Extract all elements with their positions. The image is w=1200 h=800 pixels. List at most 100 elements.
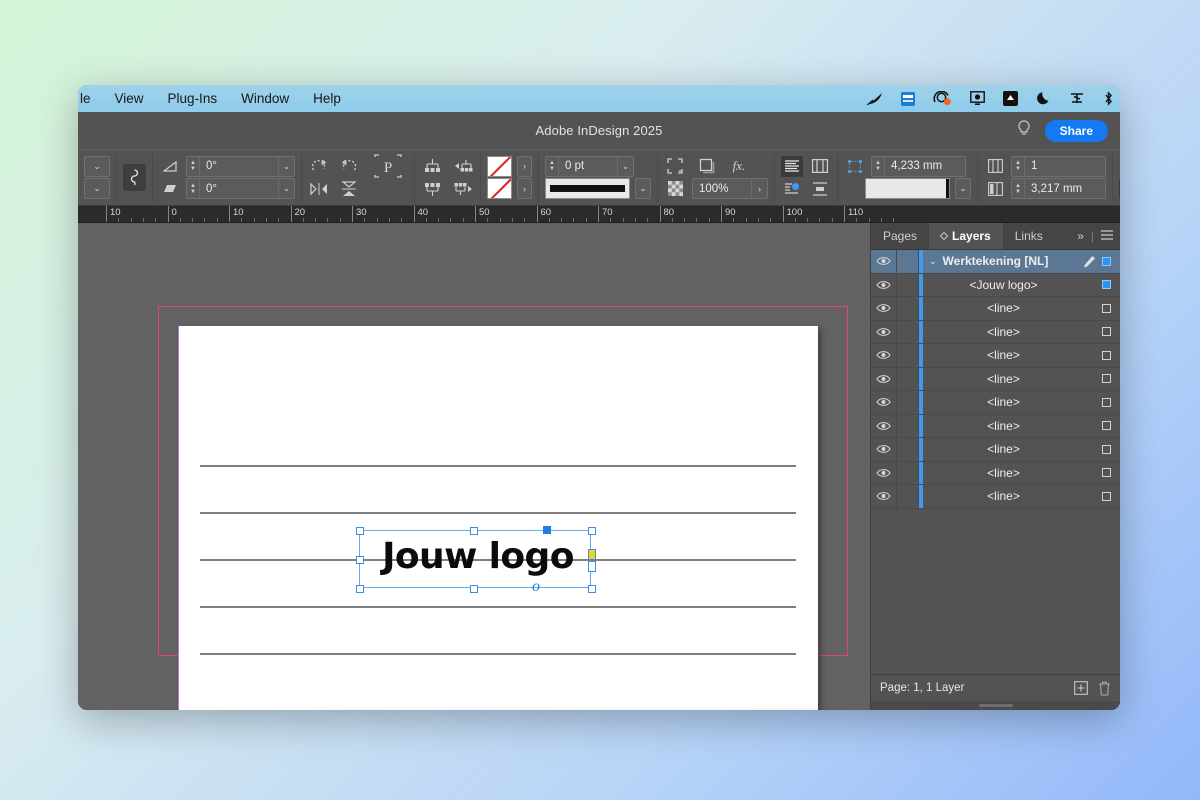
visibility-toggle[interactable] (871, 414, 897, 437)
document-canvas[interactable]: Jouw logo o ⌄ Rajdhani ⌄ (78, 223, 1120, 710)
visibility-toggle[interactable] (871, 461, 897, 484)
form-line[interactable] (200, 465, 796, 467)
opacity-field[interactable]: 100% › (692, 178, 768, 200)
layer-row-object[interactable]: <line> (871, 461, 1120, 485)
stroke-style-dropdown-icon[interactable]: ⌄ (635, 178, 651, 200)
layer-row-object[interactable]: <line> (871, 344, 1120, 368)
handle-bottom-center[interactable] (470, 585, 478, 593)
object-name[interactable]: <line> (923, 325, 1102, 339)
drop-shadow-icon[interactable] (696, 156, 718, 177)
corner-options-icon[interactable] (664, 156, 686, 177)
baseline-options-preview[interactable] (865, 178, 950, 200)
menu-window[interactable]: Window (229, 89, 301, 108)
text-frame-columns-icon[interactable] (809, 156, 831, 177)
share-button[interactable]: Share (1044, 119, 1108, 142)
rotation-angle-field[interactable]: ▲ ▼ 0° ⌄ (186, 155, 295, 177)
distribute-right-icon[interactable] (452, 178, 474, 199)
text-outport[interactable] (588, 561, 596, 572)
object-name[interactable]: <line> (923, 489, 1102, 503)
distribute-left-icon[interactable] (452, 156, 474, 177)
lock-toggle[interactable] (897, 367, 919, 390)
align-top-distribute-icon[interactable] (421, 156, 443, 177)
handle-top-center[interactable] (470, 527, 478, 535)
panel-menu-icon[interactable] (1101, 229, 1113, 243)
layer-row-object[interactable]: <line> (871, 367, 1120, 391)
trash-icon[interactable] (1098, 681, 1111, 696)
layer-row-object[interactable]: <line> (871, 485, 1120, 509)
menu-view[interactable]: View (103, 89, 156, 108)
flip-horizontal-icon[interactable] (308, 178, 330, 199)
layer-row-object[interactable]: <line> (871, 438, 1120, 462)
opacity-dropdown-icon[interactable]: › (751, 179, 767, 199)
target-square[interactable] (1102, 444, 1111, 454)
layer-list[interactable]: ⌄ Werktekening [NL] <Jouw logo> <line> <… (871, 250, 1120, 674)
xy-select-top[interactable]: ⌄ (84, 155, 110, 177)
visibility-toggle[interactable] (871, 320, 897, 343)
menu-file[interactable]: le (80, 89, 103, 108)
feather-icon[interactable] (866, 92, 883, 106)
flux-icon[interactable] (1069, 91, 1085, 106)
bluetooth-icon[interactable] (1103, 91, 1114, 106)
document-page[interactable] (178, 326, 818, 710)
fill-swatch-none[interactable] (487, 155, 512, 177)
preview-mode-icon[interactable]: P (368, 154, 408, 178)
target-square[interactable] (1102, 350, 1111, 360)
visibility-toggle[interactable] (871, 391, 897, 414)
baseline-dropdown-icon[interactable]: ⌄ (955, 178, 971, 200)
rotation-stepper[interactable]: ▲ ▼ (187, 156, 200, 176)
target-square[interactable] (1102, 421, 1111, 431)
target-square[interactable] (1102, 280, 1111, 290)
fill-swatch-dropdown[interactable]: › (517, 155, 532, 177)
layer-row-object[interactable]: <line> (871, 391, 1120, 415)
visibility-toggle[interactable] (871, 344, 897, 367)
layer-row-werktekening[interactable]: ⌄ Werktekening [NL] (871, 250, 1120, 274)
target-square[interactable] (1102, 303, 1111, 313)
shear-stepper[interactable]: ▲ ▼ (187, 179, 200, 199)
inset-stepper[interactable]: ▲ ▼ (872, 156, 885, 176)
menu-help[interactable]: Help (301, 89, 353, 108)
object-name[interactable]: <Jouw logo> (923, 278, 1102, 292)
layer-name[interactable]: Werktekening [NL] (937, 254, 1083, 268)
object-name[interactable]: <line> (923, 395, 1102, 409)
tab-overflow-button[interactable]: » (1077, 229, 1084, 243)
layer-row-object[interactable]: <line> (871, 297, 1120, 321)
lightbulb-icon[interactable] (1017, 119, 1031, 142)
form-line[interactable] (200, 653, 796, 655)
new-layer-icon[interactable] (1074, 681, 1088, 695)
flip-vertical-icon[interactable] (338, 178, 360, 199)
lock-toggle[interactable] (897, 438, 919, 461)
visibility-toggle[interactable] (871, 438, 897, 461)
object-name[interactable]: <line> (923, 442, 1102, 456)
object-name[interactable]: <line> (923, 372, 1102, 386)
lock-toggle[interactable] (897, 273, 919, 296)
columns-field[interactable]: ▲ ▼ 1 (1011, 155, 1106, 177)
handle-top-right[interactable] (588, 527, 596, 535)
target-square[interactable] (1102, 256, 1111, 266)
stroke-style-preview[interactable] (545, 178, 630, 200)
constrain-proportions-button[interactable] (123, 164, 146, 191)
object-name[interactable]: <line> (923, 419, 1102, 433)
dymo-connect-icon[interactable] (901, 91, 915, 106)
object-name[interactable]: <line> (923, 466, 1102, 480)
display-mirror-icon[interactable] (970, 91, 985, 106)
horizontal-ruler[interactable]: 10 0 10 20 30 40 50 60 70 80 90 100 110 (78, 206, 1120, 223)
tab-pages[interactable]: Pages (871, 223, 929, 249)
gutter-field[interactable]: ▲ ▼ 3,217 mm (1011, 178, 1106, 200)
lock-toggle[interactable] (897, 414, 919, 437)
dropbox-icon[interactable] (1003, 91, 1018, 106)
object-name[interactable]: <line> (923, 348, 1102, 362)
text-inset-field[interactable]: ▲ ▼ 4,233 mm (871, 155, 966, 177)
layer-row-object[interactable]: <line> (871, 414, 1120, 438)
tab-links[interactable]: Links (1003, 223, 1055, 249)
target-square[interactable] (1102, 397, 1111, 407)
shear-angle-field[interactable]: ▲ ▼ 0° ⌄ (186, 178, 295, 200)
lock-toggle[interactable] (897, 461, 919, 484)
vertical-justification-icon[interactable] (809, 178, 831, 199)
visibility-toggle[interactable] (871, 273, 897, 296)
moon-icon[interactable] (1036, 91, 1051, 106)
handle-top-left[interactable] (356, 527, 364, 535)
effects-fx-button[interactable]: fx. (728, 156, 750, 177)
panel-resize-grip[interactable] (871, 701, 1120, 710)
lock-toggle[interactable] (897, 297, 919, 320)
handle-bottom-left[interactable] (356, 585, 364, 593)
